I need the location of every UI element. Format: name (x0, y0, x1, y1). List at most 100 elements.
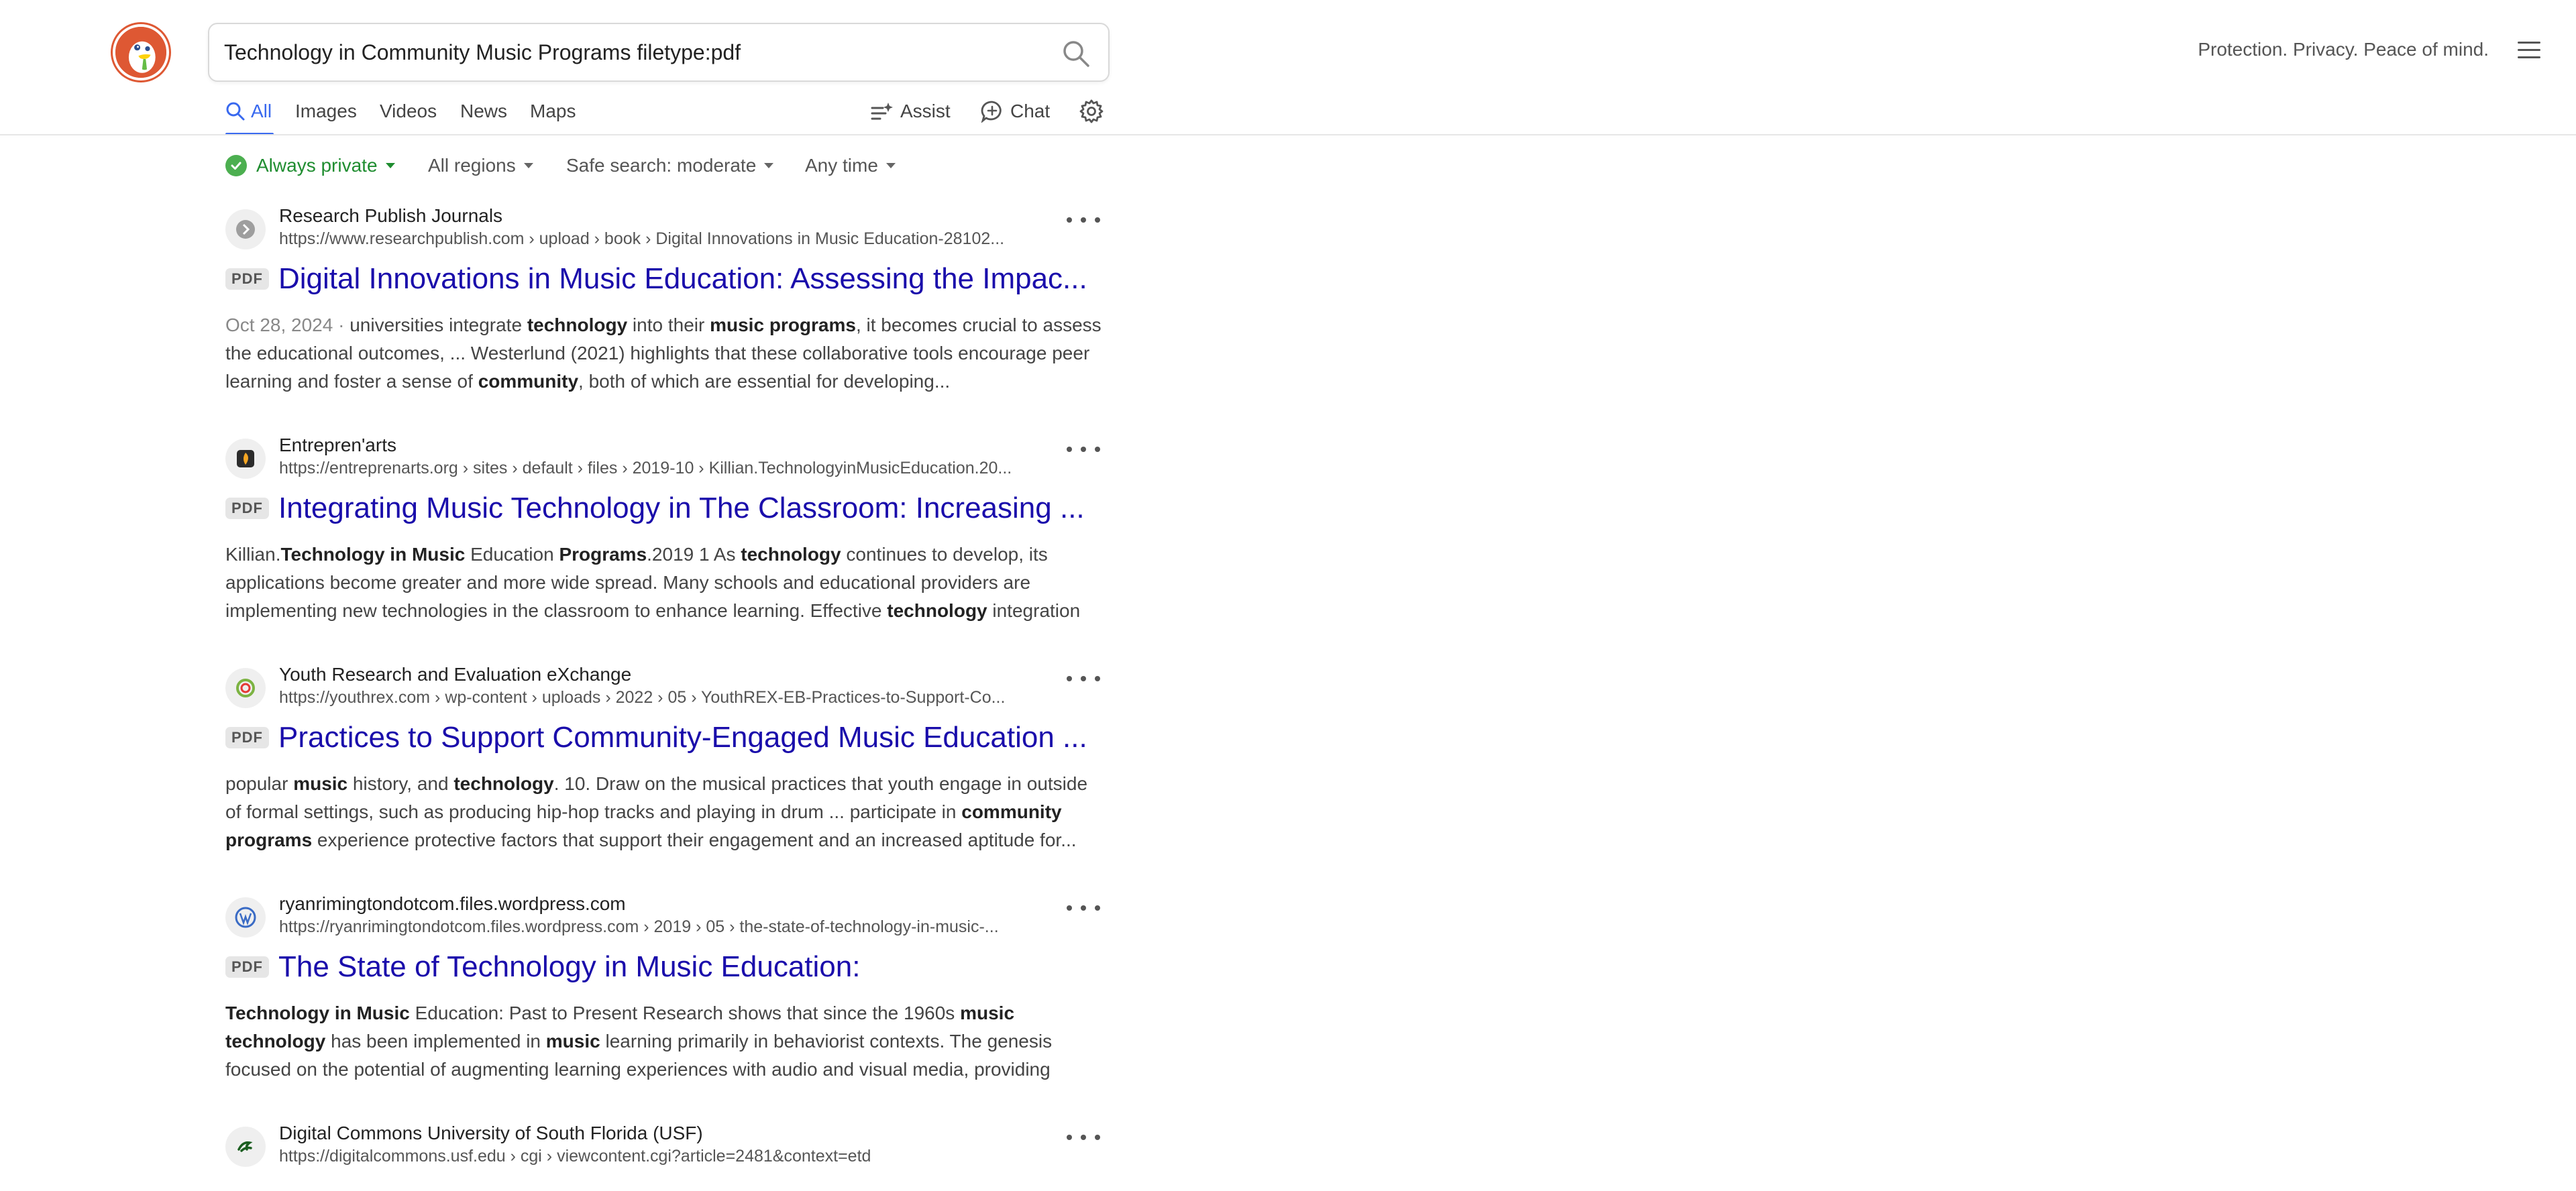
result-snippet: popular music history, and technology. 1… (225, 770, 1104, 854)
snippet-text: , both of which are essential for develo… (578, 371, 951, 392)
search-box[interactable] (208, 23, 1110, 82)
pdf-badge: PDF (225, 727, 269, 748)
result-title-row: PDF Integrating Music Technology in The … (225, 490, 1104, 527)
snippet-text: universities integrate (350, 315, 527, 335)
snippet-highlight: technology (453, 773, 554, 794)
assist-label: Assist (900, 101, 951, 121)
tab-videos[interactable]: Videos (380, 98, 437, 125)
site-favicon-icon (225, 439, 266, 479)
site-url: https://www.researchpublish.com › upload… (279, 229, 1005, 248)
safe-search-filter[interactable]: Safe search: moderate (566, 154, 774, 177)
more-options-icon[interactable] (1067, 207, 1100, 233)
chat-label: Chat (1010, 101, 1051, 121)
snippet-text: integration (987, 600, 1081, 621)
result-source[interactable]: Digital Commons University of South Flor… (225, 1121, 1104, 1168)
snippet-highlight: Technology in Music (280, 544, 466, 565)
search-icon[interactable] (1061, 39, 1091, 68)
site-favicon-icon (225, 209, 266, 249)
site-name: Digital Commons University of South Flor… (279, 1123, 703, 1143)
result-title-link[interactable]: Digital Innovations in Music Education: … (278, 262, 1087, 296)
duckduckgo-logo[interactable] (113, 24, 169, 80)
snippet-highlight: technology (887, 600, 987, 621)
chevron-down-icon (523, 163, 533, 168)
always-private-label: Always private (256, 155, 378, 176)
pdf-badge: PDF (225, 956, 269, 978)
tab-maps[interactable]: Maps (530, 98, 576, 125)
snippet-text: Education (465, 544, 559, 565)
snippet-highlight: technology (741, 544, 841, 565)
site-url: https://entreprenarts.org › sites › defa… (279, 459, 1012, 477)
chat-button[interactable]: Chat (981, 98, 1050, 125)
chevron-down-icon (385, 163, 395, 168)
site-favicon-icon (225, 668, 266, 708)
region-filter-label: All regions (428, 155, 516, 176)
duck-logo-icon (115, 27, 166, 78)
snippet-highlight: music (545, 1031, 600, 1052)
tab-all[interactable]: All (225, 98, 272, 125)
snippet-highlight: Programs (559, 544, 647, 565)
site-name: ryanrimingtondotcom.files.wordpress.com (279, 893, 626, 914)
snippet-text: Killian. (225, 544, 281, 565)
always-private-filter[interactable]: Always private (225, 154, 395, 177)
site-url: https://digitalcommons.usf.edu › cgi › v… (279, 1147, 871, 1166)
result-date: Oct 28, 2024 (225, 315, 333, 335)
gear-icon (1079, 99, 1104, 123)
snippet-highlight: community (478, 371, 579, 392)
header-divider (0, 134, 2576, 135)
safe-search-label: Safe search: moderate (566, 155, 757, 176)
result-source[interactable]: Entrepren'arts https://entreprenarts.org… (225, 433, 1104, 480)
snippet-text: experience protective factors that suppo… (312, 830, 1077, 850)
result-title-row: PDF Practices to Support Community-Engag… (225, 719, 1104, 756)
snippet-text: popular (225, 773, 294, 794)
result-snippet: Oct 28, 2024 · universities integrate te… (225, 315, 1102, 392)
chat-icon (981, 101, 1002, 123)
snippet-text: history, and (347, 773, 454, 794)
result-source[interactable]: Research Publish Journals https://www.re… (225, 204, 1104, 251)
result-title-link[interactable]: The State of Technology in Music Educati… (278, 950, 860, 984)
more-options-icon[interactable] (1067, 1124, 1100, 1151)
result-title-link[interactable]: Integrating Music Technology in The Clas… (278, 492, 1085, 525)
assist-icon (871, 103, 893, 120)
result-source[interactable]: Youth Research and Evaluation eXchange h… (225, 663, 1104, 710)
result-source[interactable]: ryanrimingtondotcom.files.wordpress.com … (225, 892, 1104, 939)
assist-button[interactable]: Assist (871, 98, 951, 125)
snippet-text: .2019 1 As (647, 544, 741, 565)
time-filter[interactable]: Any time (805, 154, 896, 177)
site-name: Research Publish Journals (279, 205, 503, 226)
snippet-highlight: music programs (710, 315, 856, 335)
tab-news[interactable]: News (460, 98, 507, 125)
snippet-text: has been implemented in (325, 1031, 546, 1052)
search-input[interactable] (224, 24, 1042, 80)
wordpress-icon (225, 897, 266, 938)
site-name: Youth Research and Evaluation eXchange (279, 664, 632, 685)
more-options-icon[interactable] (1067, 436, 1100, 463)
site-name: Entrepren'arts (279, 435, 396, 455)
tab-all-label: All (251, 101, 272, 121)
result-title-row: PDF The State of Technology in Music Edu… (225, 948, 1104, 986)
snippet-text: Education: Past to Present Research show… (409, 1003, 961, 1023)
time-filter-label: Any time (805, 155, 878, 176)
check-circle-icon (225, 155, 247, 176)
hamburger-menu-icon[interactable] (2518, 42, 2540, 62)
settings-button[interactable] (1079, 98, 1111, 125)
snippet-highlight: technology (527, 315, 628, 335)
chevron-down-icon (764, 163, 774, 168)
result-title-row: PDF Digital Innovations in Music Educati… (225, 260, 1104, 298)
site-url: https://youthrex.com › wp-content › uplo… (279, 688, 1006, 707)
chevron-down-icon (885, 163, 896, 168)
region-filter[interactable]: All regions (428, 154, 533, 177)
more-options-icon[interactable] (1067, 665, 1100, 692)
more-options-icon[interactable] (1067, 895, 1100, 921)
snippet-text: into their (627, 315, 710, 335)
snippet-highlight: music (293, 773, 348, 794)
result-title-link[interactable]: Practices to Support Community-Engaged M… (278, 721, 1087, 754)
tab-images[interactable]: Images (295, 98, 357, 125)
pdf-badge: PDF (225, 268, 269, 290)
result-snippet: Technology in Music Education: Past to P… (225, 999, 1104, 1084)
site-favicon-icon (225, 1127, 266, 1167)
snippet-highlight: Technology in Music (225, 1003, 410, 1023)
privacy-tagline: Protection. Privacy. Peace of mind. (2198, 39, 2489, 60)
pdf-badge: PDF (225, 498, 269, 519)
result-snippet: Killian.Technology in Music Education Pr… (225, 541, 1104, 625)
site-url: https://ryanrimingtondotcom.files.wordpr… (279, 917, 999, 936)
